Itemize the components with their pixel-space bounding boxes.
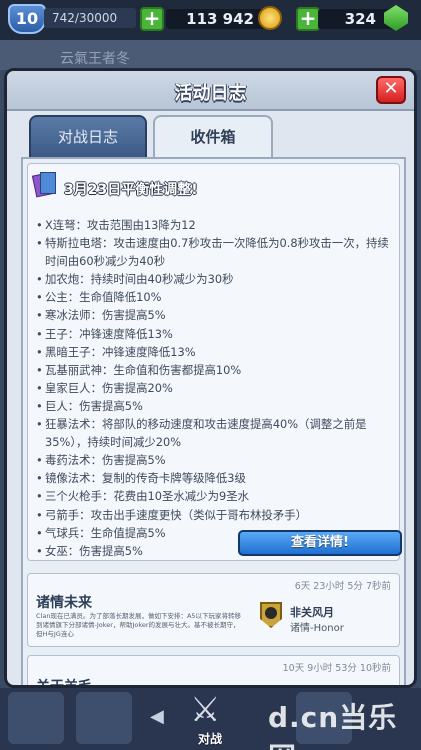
list-item: 三个火枪手：花费由10圣水减少为9圣水: [36, 487, 396, 505]
list-item: 黑暗王子：冲锋速度降低13%: [36, 343, 396, 361]
gold-amount: 113 942: [186, 10, 254, 28]
close-button[interactable]: ✕: [376, 76, 406, 104]
list-item: 特斯拉电塔：攻击速度由0.7秒攻击一次降低为0.8秒攻击一次，持续时间由60秒减…: [36, 234, 396, 270]
patch-notes-list: X连弩：攻击范围由13降为12 特斯拉电塔：攻击速度由0.7秒攻击一次降低为0.…: [36, 216, 396, 560]
gold-counter: 113 942: [166, 6, 282, 30]
bottom-navigation: ◀ ⚔ 对战 d.cn当乐网: [0, 688, 421, 750]
level-shield-icon: 10: [8, 4, 46, 34]
dialog-title: 活动日志: [174, 83, 247, 104]
clan-badge-icon: [260, 602, 282, 628]
list-item: 瓦基丽武神：生命值和伤害都提高10%: [36, 361, 396, 379]
inbox-list[interactable]: 3月23日平衡性调整! X连弩：攻击范围由13降为12 特斯拉电塔：攻击速度由0…: [21, 157, 406, 688]
tab-battle-log[interactable]: 对战日志: [29, 115, 147, 157]
watermark-text: d.cn当乐网: [268, 701, 398, 750]
inbox-message-balance-update: 3月23日平衡性调整! X连弩：攻击范围由13降为12 特斯拉电塔：攻击速度由0…: [27, 163, 402, 561]
nav-cards-slot[interactable]: [76, 692, 132, 744]
list-item: 镜像法术：复制的传奇卡牌等级降低3级: [36, 469, 396, 487]
gold-coin-icon: [258, 6, 282, 30]
background-strip: 云氣王者冬: [0, 40, 421, 70]
list-item: 皇家巨人：伤害提高20%: [36, 379, 396, 397]
message-timestamp: 10天 9小时 53分 10秒前: [282, 663, 391, 674]
gem-counter: 324: [318, 5, 408, 31]
arrow-left-icon[interactable]: ◀: [150, 706, 164, 727]
inbox-message-third[interactable]: 10天 9小时 53分 10秒前 关于羊毛: [27, 655, 400, 688]
gem-amount: 324: [344, 10, 376, 28]
view-details-button[interactable]: 查看详情!: [238, 530, 402, 556]
list-item: 加农炮：持续时间由40秒减少为30秒: [36, 270, 396, 288]
list-item: 王子：冲锋速度降低13%: [36, 325, 396, 343]
buy-gems-button[interactable]: +: [296, 7, 320, 31]
sender-name: 非关风月: [290, 606, 334, 619]
message-title: 关于羊毛: [36, 679, 92, 688]
experience-text: 742/30000: [52, 11, 118, 25]
background-title: 云氣王者冬: [60, 51, 130, 67]
list-item: 弓箭手：攻击出手速度更快（类似于哥布林投矛手）: [36, 506, 396, 524]
list-item: 狂暴法术：将部队的移动速度和攻击速度提高40%（调整之前是35%），持续时间减少…: [36, 415, 396, 451]
nav-shop-slot[interactable]: [8, 692, 64, 744]
gem-icon: [384, 5, 408, 31]
cards-icon: [31, 172, 56, 198]
nav-battle-label: 对战: [197, 732, 222, 746]
list-item: 公主：生命值降低10%: [36, 288, 396, 306]
list-item: 寒冰法师：伤害提高5%: [36, 306, 396, 324]
dialog-header: 活动日志 ✕: [7, 71, 414, 111]
list-item: X连弩：攻击范围由13降为12: [36, 216, 396, 234]
crossed-swords-icon[interactable]: ⚔: [190, 690, 220, 730]
message-timestamp: 6天 23小时 5分 7秒前: [294, 581, 391, 592]
message-body: Clan现在已满员。为了部落长期发展，做如下安排：A5以下玩家将转移到诸情旗下分…: [36, 612, 242, 638]
player-level: 10: [15, 9, 39, 28]
inbox-message-clan[interactable]: 6天 23小时 5分 7秒前 诸情未来 Clan现在已满员。为了部落长期发展，做…: [27, 573, 400, 647]
tab-inbox[interactable]: 收件箱: [153, 115, 273, 157]
message-title: 3月23日平衡性调整!: [64, 182, 198, 198]
activity-log-dialog: 活动日志 ✕ 对战日志 收件箱 3月23日平衡性调整! X连弩：攻击范围由13降…: [4, 68, 417, 688]
list-item: 毒药法术：伤害提高5%: [36, 451, 396, 469]
experience-bar: 742/30000: [44, 8, 136, 28]
sender-clan: 诸情-Honor: [290, 623, 344, 634]
list-item: 巨人：伤害提高5%: [36, 397, 396, 415]
buy-gold-button[interactable]: +: [140, 7, 164, 31]
top-status-bar: 10 742/30000 + 113 942 + 324: [0, 0, 421, 40]
message-title: 诸情未来: [36, 595, 92, 611]
